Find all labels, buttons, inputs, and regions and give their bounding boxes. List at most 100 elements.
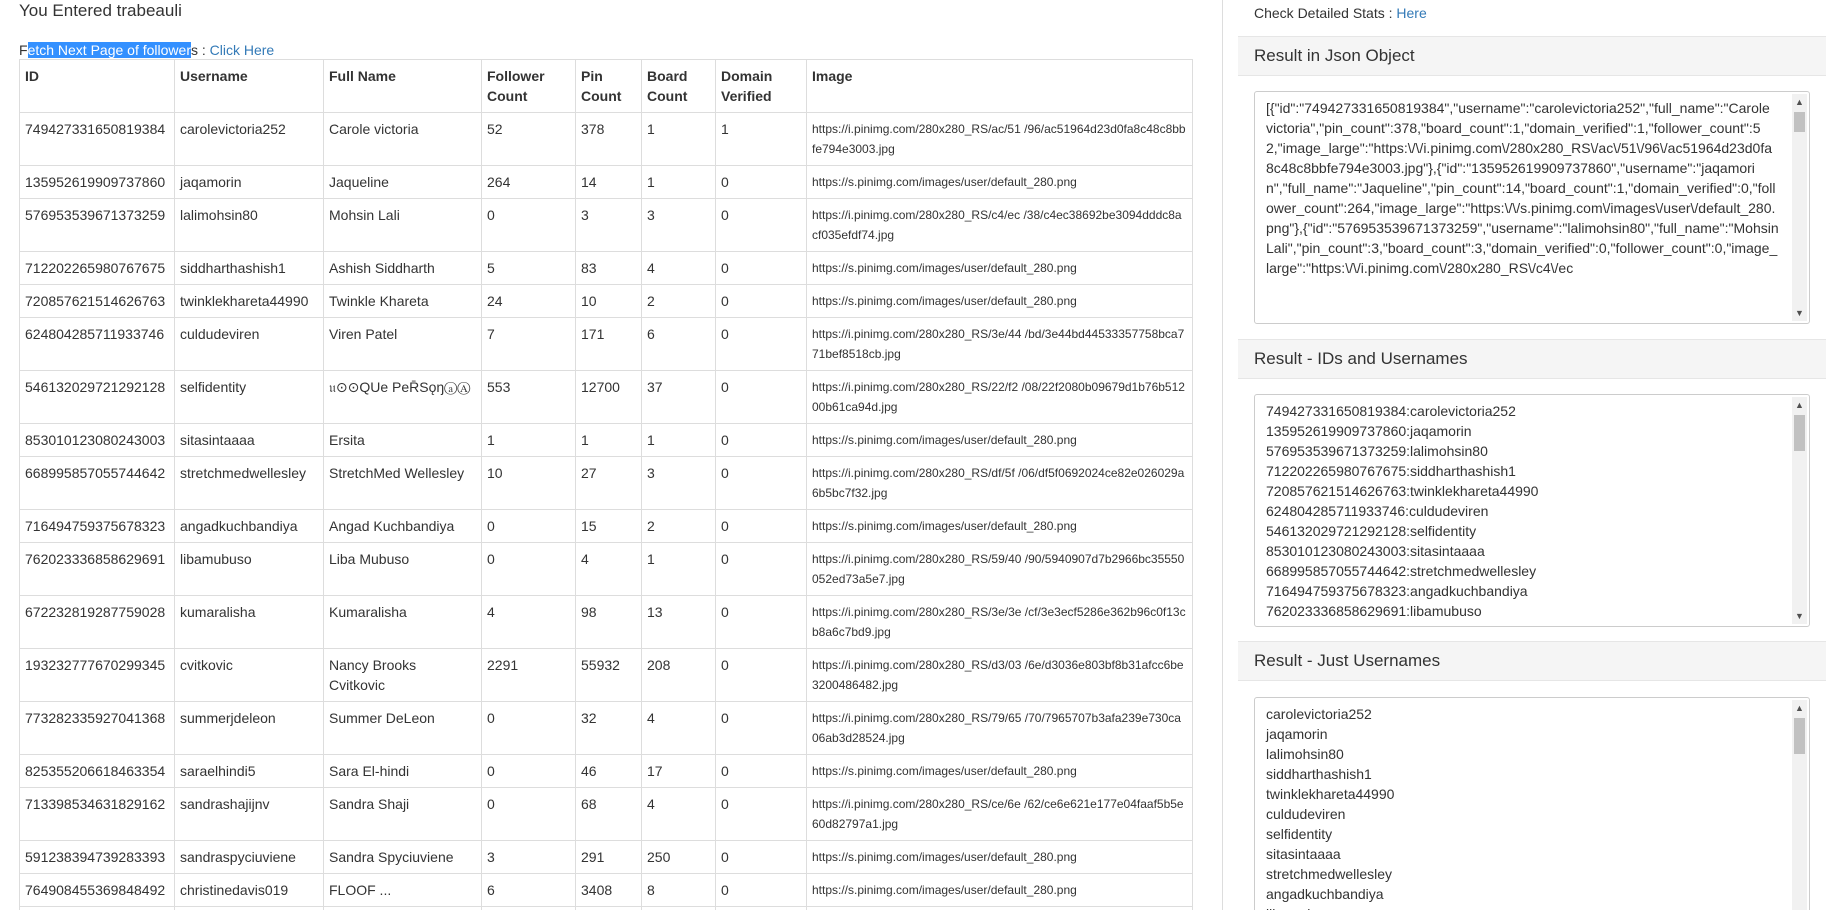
cell-pin-count: 98 — [575, 595, 642, 649]
cell-id: 749427331650819384 — [19, 112, 175, 166]
table-row: 764908455369848492 christinedavis019 FLOOF… — [19, 873, 1193, 907]
table-row: 668995857055744642 stretchmedwellesley Str… — [19, 456, 1193, 510]
cell-username: cvitkovic — [174, 648, 324, 702]
cell-image-url: https://s.pinimg.com/images/user/default… — [806, 423, 1193, 457]
fetch-next-page-link[interactable]: Click Here — [210, 42, 275, 58]
cell-pin-count: 46 — [575, 754, 642, 788]
cell-full-name: Kumaralisha — [323, 595, 482, 649]
json-panel-title: Result in Json Object — [1254, 46, 1415, 65]
cell-domain-verified: 0 — [715, 648, 807, 702]
cell-follower-count: 553 — [481, 370, 576, 424]
cell-id: 764908455369848492 — [19, 873, 175, 907]
table-row: 720857621514626763 twinklekhareta44990 Twi… — [19, 284, 1193, 318]
cell-image-url: https://i.pinimg.com/280x280_RS/3e/3e /c… — [806, 595, 1193, 649]
cell-follower-count: 264 — [481, 165, 576, 199]
cell-full-name: Ashish Siddharth — [323, 251, 482, 285]
col-header-pin-count: Pin Count — [575, 59, 642, 113]
cell-domain-verified: 0 — [715, 317, 807, 371]
cell-board-count: 2 — [641, 509, 716, 543]
cell-domain-verified: 0 — [715, 542, 807, 596]
cell-username: sandrashajijnv — [174, 787, 324, 841]
scroll-thumb[interactable] — [1794, 415, 1805, 451]
cell-follower-count: 24 — [481, 284, 576, 318]
col-header-image: Image — [806, 59, 1193, 113]
detailed-stats-link[interactable]: Here — [1396, 5, 1426, 21]
cell-username: siddharthashish1 — [174, 251, 324, 285]
id-username-line: 762023336858629691:libamubuso — [1266, 603, 1482, 619]
id-username-line: 576953539671373259:lalimohsin80 — [1266, 443, 1488, 459]
username-line: libamubuso — [1266, 904, 1779, 910]
cell-board-count: 1 — [641, 112, 716, 166]
cell-pin-count: 4 — [575, 542, 642, 596]
cell-board-count: 4 — [641, 251, 716, 285]
cell-id: 135952619909737860 — [19, 165, 175, 199]
cell-follower-count: 10 — [481, 456, 576, 510]
json-scrollbar[interactable]: ▲ ▼ — [1792, 94, 1807, 321]
usernames-panel-heading: Result - Just Usernames — [1238, 641, 1826, 681]
table-row: 193232777670299345 cvitkovic Nancy Brooks … — [19, 648, 1193, 702]
cell-full-name: Irfan Shaikh — [323, 906, 482, 910]
col-header-follower-count: Follower Count — [481, 59, 576, 113]
username-line: lalimohsin80 — [1266, 746, 1344, 762]
cell-username: selfidentity — [174, 370, 324, 424]
cell-image-url: https://s.pinimg.com/images/user/default… — [806, 840, 1193, 874]
id-username-line: 712202265980767675:siddharthashish1 — [1266, 463, 1516, 479]
table-row: 773282335927041368 summerjdeleon Summer De… — [19, 701, 1193, 755]
scroll-up-arrow-icon[interactable]: ▲ — [1792, 94, 1807, 110]
cell-follower-count: 5 — [481, 251, 576, 285]
cell-board-count: 17 — [641, 754, 716, 788]
id-username-line: 749427331650819384:carolevictoria252 — [1266, 403, 1516, 419]
cell-pin-count: 14 — [575, 165, 642, 199]
cell-image-url: https://i.pinimg.com/280x280_RS/79/65 /7… — [806, 701, 1193, 755]
cell-domain-verified: 0 — [715, 456, 807, 510]
cell-follower-count: 0 — [481, 787, 576, 841]
cell-board-count: 2 — [641, 284, 716, 318]
scroll-down-arrow-icon[interactable]: ▼ — [1792, 608, 1807, 624]
scroll-thumb[interactable] — [1794, 718, 1805, 754]
cell-full-name: Nancy Brooks Cvitkovic — [323, 648, 482, 702]
id-username-line: 624804285711933746:culdudeviren — [1266, 503, 1489, 519]
cell-full-name: Summer DeLeon — [323, 701, 482, 755]
table-row: 762023336858629691 libamubuso Liba Mubuso 0… — [19, 542, 1193, 596]
scroll-down-arrow-icon[interactable]: ▼ — [1792, 305, 1807, 321]
scroll-thumb[interactable] — [1794, 112, 1805, 132]
cell-id: 720857621514626763 — [19, 284, 175, 318]
cell-username: ishaikh4722 — [174, 906, 324, 910]
cell-id: 716494759375678323 — [19, 509, 175, 543]
cell-username: twinklekhareta44990 — [174, 284, 324, 318]
cell-username: carolevictoria252 — [174, 112, 324, 166]
username-line: sitasintaaaa — [1266, 846, 1341, 862]
ids-output-textarea[interactable]: 749427331650819384:carolevictoria252 1359… — [1254, 394, 1810, 627]
id-username-line: 135952619909737860:jaqamorin — [1266, 423, 1472, 439]
table-row: 712202265980767675 siddharthashish1 Ashish… — [19, 251, 1193, 285]
json-output-textarea[interactable]: [{"id":"749427331650819384","username":"… — [1254, 91, 1810, 324]
cell-domain-verified: 0 — [715, 198, 807, 252]
cell-follower-count: 1 — [481, 423, 576, 457]
username-line: selfidentity — [1266, 826, 1333, 842]
cell-board-count: 13 — [641, 595, 716, 649]
cell-username: christinedavis019 — [174, 873, 324, 907]
table-row: 546132029721292128 selfidentity 𝔲⊙⊙QUe PeR… — [19, 370, 1193, 424]
username-line: carolevictoria252 — [1266, 706, 1372, 722]
cell-full-name: Twinkle Khareta — [323, 284, 482, 318]
table-row: 672232819287759028 kumaralisha Kumaralisha… — [19, 595, 1193, 649]
cell-board-count: 3 — [641, 198, 716, 252]
scroll-up-arrow-icon[interactable]: ▲ — [1792, 700, 1807, 716]
cell-username: lalimohsin80 — [174, 198, 324, 252]
ids-scrollbar[interactable]: ▲ ▼ — [1792, 397, 1807, 624]
scroll-up-arrow-icon[interactable]: ▲ — [1792, 397, 1807, 413]
cell-pin-count: 83 — [575, 251, 642, 285]
cell-pin-count: 291 — [575, 840, 642, 874]
ids-panel-heading: Result - IDs and Usernames — [1238, 339, 1826, 379]
usernames-scrollbar[interactable]: ▲ ▼ — [1792, 700, 1807, 910]
cell-username: kumaralisha — [174, 595, 324, 649]
cell-board-count: 37 — [641, 370, 716, 424]
cell-board-count: 250 — [641, 840, 716, 874]
usernames-output-textarea[interactable]: carolevictoria252 jaqamorin lalimohsin80 si… — [1254, 697, 1810, 910]
cell-follower-count: 0 — [481, 542, 576, 596]
username-line: culdudeviren — [1266, 806, 1346, 822]
cell-follower-count: 2291 — [481, 648, 576, 702]
cell-follower-count: 7 — [481, 317, 576, 371]
detailed-stats-label: Check Detailed Stats : — [1254, 5, 1397, 21]
username-line: stretchmedwellesley — [1266, 866, 1393, 882]
